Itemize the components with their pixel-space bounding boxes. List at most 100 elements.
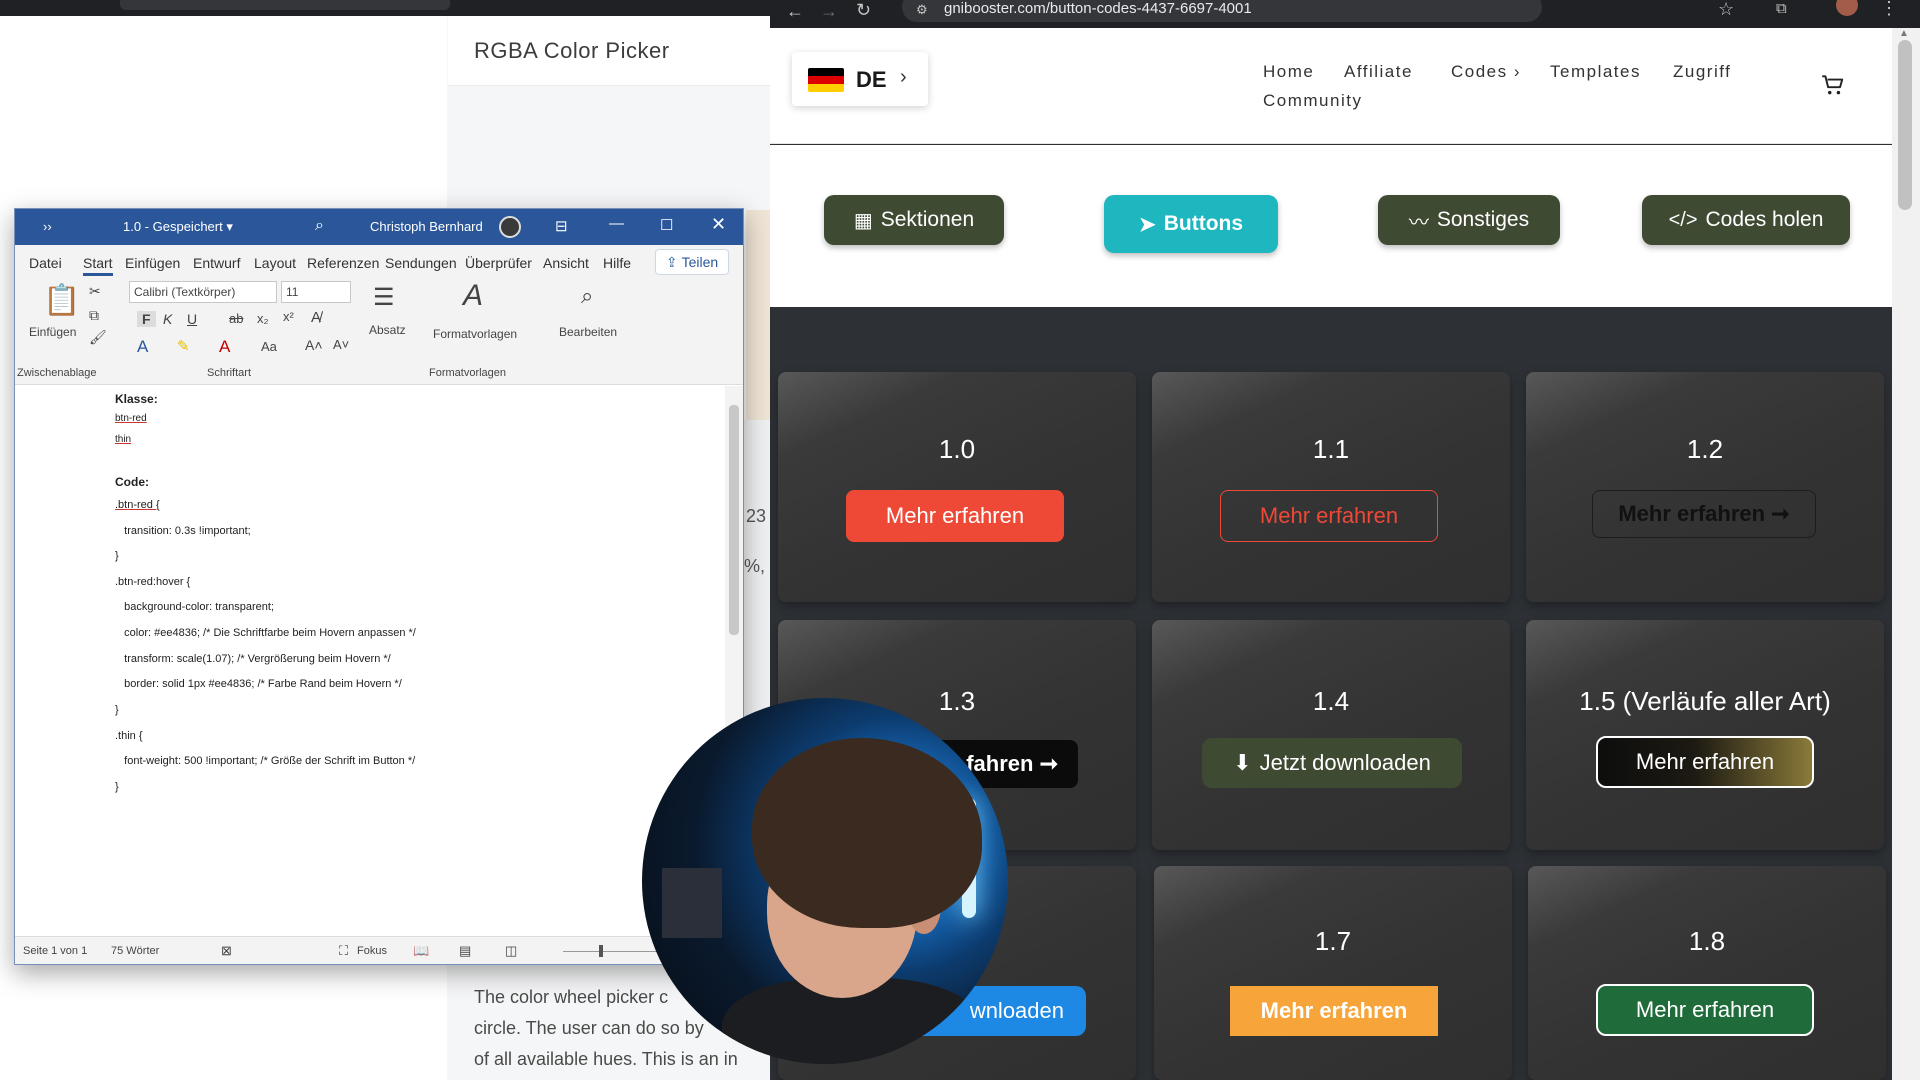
url-text[interactable]: gnibooster.com/button-codes-4437-6697-40… (944, 0, 1252, 17)
demo-button[interactable]: Mehr erfahren (846, 490, 1064, 542)
cut-icon[interactable]: ✂ (89, 283, 101, 300)
browser-menu-icon[interactable]: ⋮ (1880, 0, 1898, 19)
font-name-select[interactable]: Calibri (Textkörper) (129, 281, 277, 303)
background-page-title: RGBA Color Picker (474, 38, 670, 63)
paragraph-icon[interactable]: ☰ (373, 283, 395, 312)
font-size-select[interactable]: 11 (281, 281, 351, 303)
paragraph-label[interactable]: Absatz (369, 323, 406, 337)
read-mode-icon[interactable]: 📖 (413, 943, 429, 959)
highlight-icon[interactable]: ✎ (177, 337, 190, 355)
demo-button[interactable]: Mehr erfahren (1220, 490, 1438, 542)
nav-link-templates[interactable]: Templates (1550, 62, 1641, 82)
focus-label[interactable]: Fokus (357, 945, 387, 957)
italic-icon[interactable]: K (163, 311, 172, 327)
share-button[interactable]: ⇪ Teilen (655, 249, 729, 275)
tab-ansicht[interactable]: Ansicht (543, 255, 589, 271)
bold-icon[interactable]: F (137, 311, 156, 327)
scroll-up-icon[interactable]: ▲ (1899, 28, 1909, 39)
nav-link-zugriff[interactable]: Zugriff (1673, 62, 1731, 82)
shrink-font-icon[interactable]: A˅ (333, 337, 349, 352)
forward-arrow-icon[interactable]: → (820, 1, 838, 22)
demo-button[interactable]: Mehr erfahren (1596, 984, 1814, 1036)
demo-button[interactable]: Mehr erfahren (1230, 986, 1438, 1036)
language-selector[interactable]: DE › (792, 52, 928, 106)
doc-line: border: solid 1px #ee4836; /* Farbe Rand… (115, 678, 402, 690)
download-demo-button[interactable]: ⬇ Jetzt downloaden (1202, 738, 1462, 788)
tab-entwurf[interactable]: Entwurf (193, 255, 240, 271)
extensions-icon[interactable]: ⧉ (1776, 0, 1787, 17)
site-info-icon[interactable]: ⚙ (916, 2, 928, 18)
copy-icon[interactable]: ⧉ (89, 307, 99, 324)
zoom-slider[interactable] (563, 951, 663, 952)
grid-icon: ▦ (853, 209, 873, 232)
tab-layout[interactable]: Layout (254, 255, 296, 271)
tab-ueberpruefer[interactable]: Überprüfer (465, 255, 532, 271)
clipboard-group-label: Zwischenablage (17, 367, 97, 379)
codes-holen-button[interactable]: </> Codes holen (1642, 195, 1850, 245)
doc-line: btn-red (115, 413, 147, 424)
format-painter-icon[interactable]: 🖌 (89, 329, 107, 346)
doc-line: .btn-red:hover { (115, 576, 191, 588)
card-title: 1.1 (1312, 434, 1350, 464)
quick-access-icon[interactable]: ›› (43, 219, 52, 234)
document-scrollbar-thumb[interactable] (729, 405, 739, 635)
tab-start[interactable]: Start (83, 255, 113, 276)
focus-icon[interactable]: ⛶ (339, 943, 348, 959)
font-color-icon[interactable]: A (219, 337, 230, 357)
nav-link-affiliate[interactable]: Affiliate (1344, 62, 1413, 82)
buttons-button[interactable]: ➤ Buttons (1104, 195, 1278, 253)
document-area[interactable]: Klasse: btn-red thin Code: .btn-red { tr… (15, 386, 743, 934)
tab-einfuegen[interactable]: Einfügen (125, 255, 180, 271)
demo-button[interactable]: Mehr erfahren ➞ (1592, 490, 1816, 538)
button-card-1-8: 1.8 Mehr erfahren (1528, 866, 1886, 1080)
minimize-icon[interactable]: — (609, 215, 624, 232)
clear-formatting-icon[interactable]: A̸ (311, 309, 321, 326)
user-avatar[interactable] (499, 216, 521, 238)
user-name[interactable]: Christoph Bernhard (370, 219, 483, 234)
reload-icon[interactable]: ↻ (856, 0, 871, 21)
change-case-icon[interactable]: Aa (261, 339, 277, 354)
underline-icon[interactable]: U (187, 311, 197, 327)
page-scrollbar-thumb[interactable] (1898, 40, 1912, 210)
grow-font-icon[interactable]: A˄ (305, 337, 323, 353)
font-group-label: Schriftart (207, 367, 252, 379)
nav-link-community[interactable]: Community (1263, 91, 1362, 111)
proofing-icon[interactable]: ⊠ (221, 943, 232, 959)
background-color-swatch (746, 210, 770, 420)
maximize-icon[interactable]: ☐ (660, 216, 673, 234)
zoom-slider-thumb[interactable] (599, 945, 603, 957)
subscript-icon[interactable]: x₂ (257, 311, 269, 326)
word-count[interactable]: 75 Wörter (111, 945, 159, 957)
close-icon[interactable]: ✕ (711, 214, 726, 235)
print-layout-icon[interactable]: ▤ (459, 943, 471, 959)
card-title: 1.8 (1688, 926, 1726, 956)
search-icon[interactable]: ⌕ (315, 217, 324, 235)
text-effects-icon[interactable]: A (137, 337, 148, 357)
web-layout-icon[interactable]: ◫ (505, 943, 517, 959)
clipboard-icon[interactable]: 📋 (43, 283, 80, 318)
styles-label[interactable]: Formatvorlagen (433, 327, 517, 341)
document-name[interactable]: 1.0 - Gespeichert ▾ (123, 219, 233, 235)
demo-button[interactable]: Mehr erfahren (1596, 736, 1814, 788)
cart-icon[interactable] (1820, 72, 1846, 98)
card-title: 1.7 (1314, 926, 1352, 956)
bookmark-star-icon[interactable]: ☆ (1718, 0, 1734, 20)
tab-hilfe[interactable]: Hilfe (603, 255, 631, 271)
nav-link-codes[interactable]: Codes › (1451, 62, 1521, 82)
strikethrough-icon[interactable]: ab (229, 311, 243, 326)
superscript-icon[interactable]: x² (283, 309, 294, 324)
back-arrow-icon[interactable]: ← (786, 1, 804, 22)
find-icon[interactable]: ⌕ (581, 283, 593, 309)
paste-label[interactable]: Einfügen (29, 325, 76, 339)
ribbon-display-icon[interactable]: ⊟ (555, 217, 568, 235)
edit-label[interactable]: Bearbeiten (559, 325, 617, 339)
tab-sendungen[interactable]: Sendungen (385, 255, 457, 271)
sonstiges-button[interactable]: 〰 Sonstiges (1378, 195, 1560, 245)
tab-referenzen[interactable]: Referenzen (307, 255, 379, 271)
styles-icon[interactable]: A (463, 279, 483, 313)
page-count[interactable]: Seite 1 von 1 (23, 945, 87, 957)
nav-link-home[interactable]: Home (1263, 62, 1314, 82)
sektionen-button[interactable]: ▦ Sektionen (824, 195, 1004, 245)
card-title: 1.5 (Verläufe aller Art) (1579, 686, 1831, 716)
tab-datei[interactable]: Datei (29, 255, 62, 271)
